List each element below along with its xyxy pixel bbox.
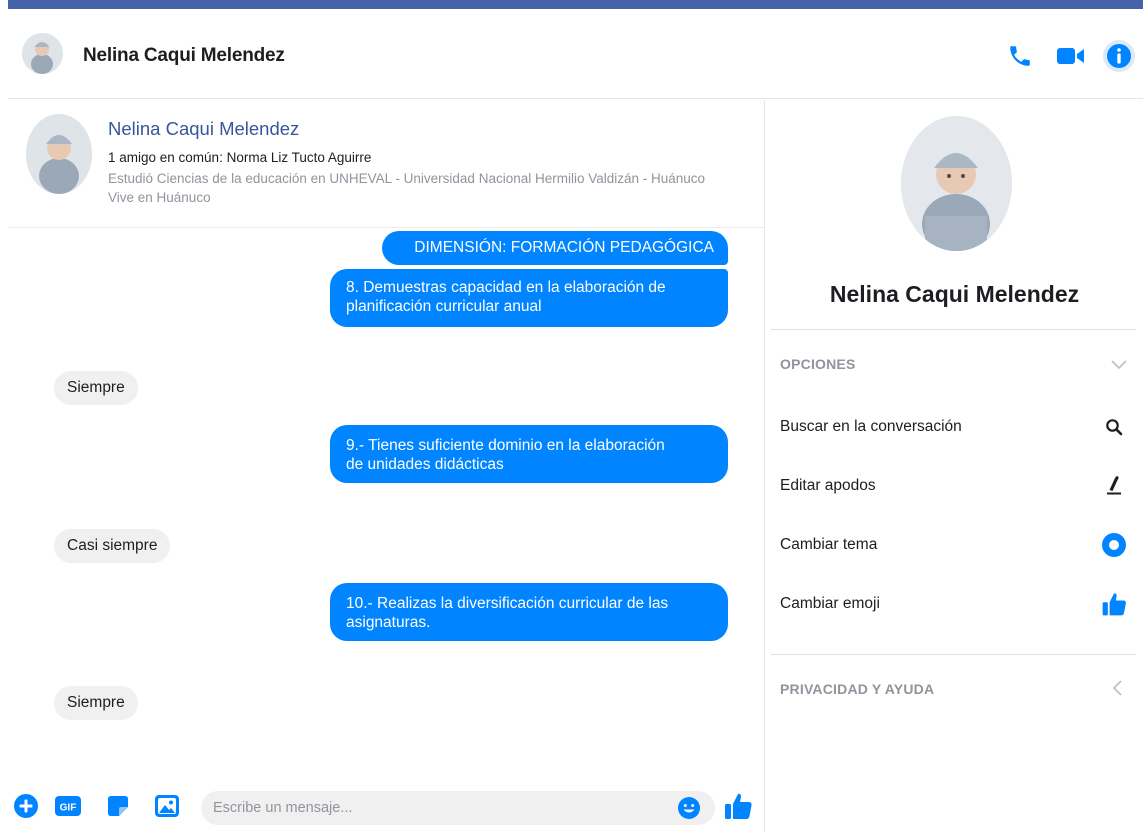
like-icon[interactable] — [720, 788, 756, 824]
plus-icon[interactable] — [10, 790, 42, 822]
baby-photo — [901, 116, 1012, 251]
divider — [771, 654, 1136, 655]
options-section-title[interactable]: OPCIONES — [780, 356, 856, 372]
image-icon[interactable] — [151, 790, 183, 822]
option-edit-nicknames[interactable]: Editar apodos — [780, 470, 1130, 502]
option-label: Cambiar tema — [780, 536, 878, 553]
privacy-section-title[interactable]: PRIVACIDAD Y AYUDA — [780, 681, 934, 697]
thumbs-up-icon — [1098, 588, 1130, 620]
theme-circle-icon — [1098, 529, 1130, 561]
header-avatar[interactable] — [22, 33, 63, 74]
option-label: Cambiar emoji — [780, 595, 880, 612]
profile-avatar[interactable] — [26, 114, 92, 194]
profile-name-link[interactable]: Nelina Caqui Melendez — [108, 118, 299, 140]
message-incoming[interactable]: Siempre — [54, 371, 138, 405]
search-icon — [1098, 411, 1130, 443]
svg-text:GIF: GIF — [60, 803, 77, 814]
profile-card: Nelina Caqui Melendez 1 amigo en común: … — [8, 100, 764, 228]
message-incoming[interactable]: Casi siempre — [54, 529, 171, 563]
message-line: asignaturas. — [346, 614, 431, 631]
message-input[interactable] — [213, 795, 653, 821]
chevron-left-icon[interactable] — [1109, 678, 1127, 698]
top-accent-bar — [8, 0, 1143, 9]
mutual-friends-text: 1 amigo en común: Norma Liz Tucto Aguirr… — [108, 150, 372, 165]
video-camera-icon[interactable] — [1054, 36, 1088, 76]
message-input-wrapper — [201, 791, 715, 825]
sidebar-name: Nelina Caqui Melendez — [829, 281, 1080, 307]
conversation-info-sidebar: Nelina Caqui Melendez OPCIONES Buscar en… — [764, 100, 1143, 832]
message-line: 9.- Tienes suficiente dominio en la elab… — [346, 437, 665, 454]
option-search-conversation[interactable]: Buscar en la conversación — [780, 411, 1130, 443]
message-line: 8. Demuestras capacidad en la elaboració… — [346, 279, 666, 296]
sticker-icon[interactable] — [102, 790, 134, 822]
divider — [771, 329, 1136, 330]
info-icon[interactable] — [1102, 36, 1136, 76]
phone-icon[interactable] — [1003, 36, 1037, 76]
message-line: planificación curricular anual — [346, 298, 542, 315]
option-label: Buscar en la conversación — [780, 418, 962, 435]
baby-photo — [22, 33, 63, 74]
emoji-icon[interactable] — [677, 796, 701, 820]
message-incoming[interactable]: Siempre — [54, 686, 138, 720]
message-line: 10.- Realizas la diversificación curricu… — [346, 595, 669, 612]
option-change-emoji[interactable]: Cambiar emoji — [780, 588, 1130, 620]
gif-icon[interactable]: GIF — [52, 790, 84, 822]
baby-photo — [26, 114, 92, 194]
chevron-down-icon[interactable] — [1109, 355, 1129, 373]
message-composer: GIF — [8, 780, 764, 832]
message-outgoing[interactable]: 9.- Tienes suficiente dominio en la elab… — [330, 425, 728, 483]
location-text: Vive en Huánuco — [108, 190, 211, 205]
message-outgoing[interactable]: 10.- Realizas la diversificación curricu… — [330, 583, 728, 641]
education-text: Estudió Ciencias de la educación en UNHE… — [108, 171, 706, 186]
sidebar-avatar[interactable] — [901, 116, 1012, 251]
pencil-icon — [1098, 470, 1130, 502]
message-outgoing[interactable]: DIMENSIÓN: FORMACIÓN PEDAGÓGICA — [382, 231, 728, 265]
conversation-header: Nelina Caqui Melendez — [8, 9, 1143, 99]
message-line: de unidades didácticas — [346, 456, 504, 473]
option-change-theme[interactable]: Cambiar tema — [780, 529, 1130, 561]
option-label: Editar apodos — [780, 477, 876, 494]
chat-panel: Nelina Caqui Melendez 1 amigo en común: … — [8, 100, 764, 832]
header-title[interactable]: Nelina Caqui Melendez — [83, 45, 285, 67]
message-outgoing[interactable]: 8. Demuestras capacidad en la elaboració… — [330, 269, 728, 327]
